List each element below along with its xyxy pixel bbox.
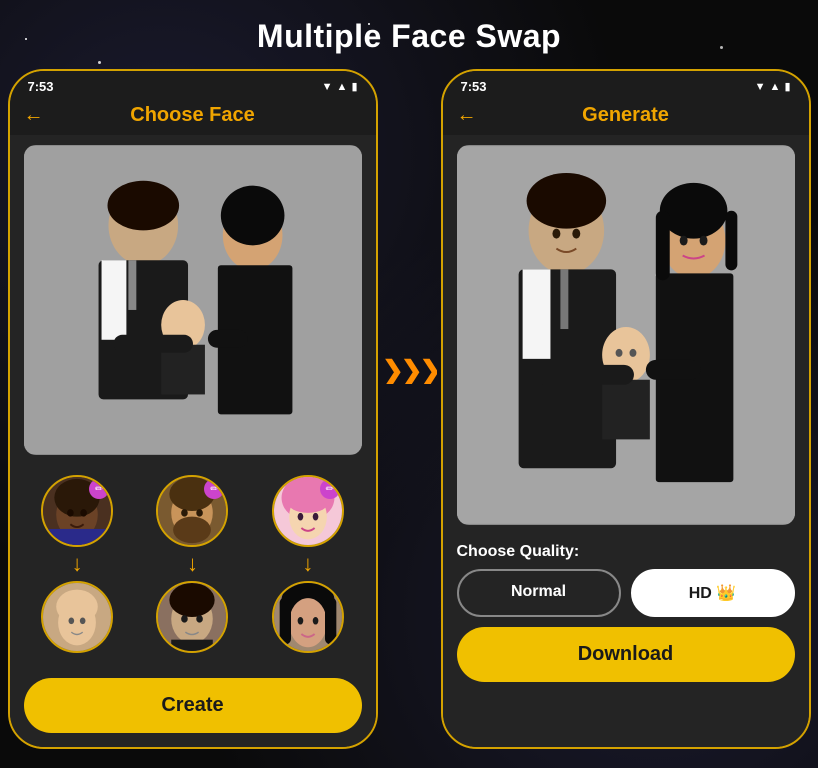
signal-icon: ▼ (322, 81, 333, 93)
battery-icon: ▮ (351, 80, 357, 93)
face-pair-1: ✏ ↓ (41, 475, 113, 653)
arrow-2: ↓ (187, 553, 198, 575)
create-button[interactable]: Create (24, 678, 362, 733)
signal-icon-r: ▼ (755, 81, 766, 93)
arrow-1: ↓ (72, 553, 83, 575)
face-pair-3: ✏ ↓ (272, 475, 344, 653)
svg-text:❯❯❯: ❯❯❯ (382, 355, 437, 384)
left-nav: ← Choose Face (10, 98, 376, 135)
left-back-button[interactable]: ← (24, 104, 44, 127)
target-face-2 (156, 581, 228, 653)
quality-normal-button[interactable]: Normal (457, 569, 621, 617)
left-status-time: 7:53 (28, 79, 54, 94)
right-main-photo (457, 145, 795, 525)
face-section: ✏ ↓ (10, 463, 376, 670)
quality-label: Choose Quality: (457, 543, 795, 561)
edit-badge-3[interactable]: ✏ (320, 479, 340, 499)
source-face-1[interactable]: ✏ (41, 475, 113, 547)
quality-section: Choose Quality: Normal HD 👑 (443, 533, 809, 623)
left-nav-title: Choose Face (130, 104, 254, 127)
face-pair-2: ✏ ↓ (156, 475, 228, 653)
phones-container: 7:53 ▼ ▲ ▮ ← Choose Face (0, 69, 818, 749)
quality-buttons: Normal HD 👑 (457, 569, 795, 617)
source-face-3[interactable]: ✏ (272, 475, 344, 547)
right-status-icons: ▼ ▲ ▮ (755, 80, 791, 93)
wifi-icon: ▲ (337, 81, 348, 93)
face-pairs: ✏ ↓ (24, 475, 362, 653)
battery-icon-r: ▮ (784, 80, 790, 93)
left-main-photo (24, 145, 362, 455)
left-phone-content: ✏ ↓ (10, 135, 376, 747)
page-title: Multiple Face Swap (0, 0, 818, 69)
right-status-time: 7:53 (461, 79, 487, 94)
target-face-3 (272, 581, 344, 653)
left-status-icons: ▼ ▲ ▮ (322, 80, 358, 93)
source-face-2[interactable]: ✏ (156, 475, 228, 547)
target-face-1 (41, 581, 113, 653)
right-nav-title: Generate (582, 104, 669, 127)
right-phone: 7:53 ▼ ▲ ▮ ← Generate (441, 69, 811, 749)
right-back-button[interactable]: ← (457, 104, 477, 127)
right-status-bar: 7:53 ▼ ▲ ▮ (443, 71, 809, 98)
direction-arrows: ❯❯❯ (378, 354, 441, 384)
right-phone-content: Choose Quality: Normal HD 👑 Download (443, 135, 809, 747)
left-phone: 7:53 ▼ ▲ ▮ ← Choose Face (8, 69, 378, 749)
wifi-icon-r: ▲ (770, 81, 781, 93)
download-button[interactable]: Download (457, 627, 795, 682)
quality-hd-button[interactable]: HD 👑 (631, 569, 795, 617)
arrow-3: ↓ (302, 553, 313, 575)
left-status-bar: 7:53 ▼ ▲ ▮ (10, 71, 376, 98)
right-nav: ← Generate (443, 98, 809, 135)
